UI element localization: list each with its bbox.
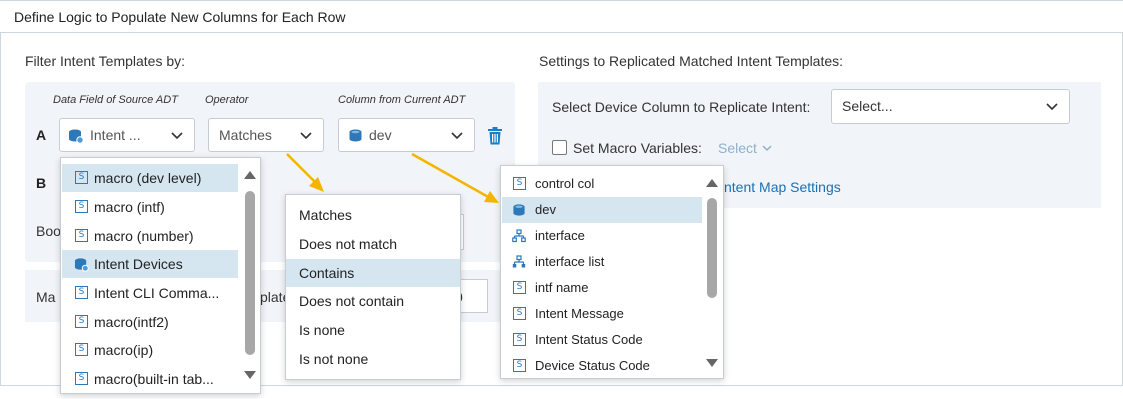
string-icon: S [75,171,88,184]
list-item[interactable]: Does not contain [286,287,460,315]
operator-dropdown: Matches Does not match Contains Does not… [285,194,461,380]
string-icon: S [513,307,526,320]
device-icon [512,203,526,217]
chevron-down-icon [1046,103,1058,111]
list-item[interactable]: Does not match [286,230,460,258]
list-item[interactable]: S macro(intf2) [62,308,238,336]
scroll-down-arrow[interactable] [244,371,256,379]
row-letter-b: B [36,175,47,191]
list-item[interactable]: S macro (intf) [62,193,238,221]
chevron-down-icon [171,132,183,140]
title-bar: Define Logic to Populate New Columns for… [0,0,1123,33]
string-icon: S [513,333,526,346]
string-icon: S [75,200,88,213]
chevron-down-icon [762,145,772,152]
scroll-up-arrow[interactable] [706,179,718,187]
string-icon: S [75,229,88,242]
macro-select-text: Select [718,140,757,156]
max-label: Ma [36,289,56,305]
intent-map-settings-link[interactable]: ntent Map Settings [724,179,841,195]
device-icon [68,128,84,144]
column-value: dev [369,127,392,143]
string-icon: S [513,281,526,294]
interface-list-icon [512,255,526,269]
boolean-label: Boo [36,223,61,239]
list-item[interactable]: Contains [286,259,460,287]
filter-section-label: Filter Intent Templates by: [25,53,186,69]
col-head-data-field: Data Field of Source ADT [53,94,178,106]
list-item[interactable]: S Device Status Code [502,353,702,379]
row-letter-a: A [36,127,47,143]
list-item[interactable]: S control col [502,171,702,197]
string-icon: S [513,177,526,190]
device-column-select[interactable]: Select... [831,89,1070,124]
macro-variables-label: Set Macro Variables: [573,140,702,156]
macro-variables-checkbox[interactable] [552,140,567,155]
list-item[interactable]: S macro (dev level) [62,164,238,192]
data-field-dropdown: S macro (dev level) S macro (intf) S mac… [60,157,261,394]
device-icon [348,128,363,143]
operator-value: Matches [219,127,272,143]
data-field-value: Intent ... [90,127,141,143]
settings-section-label: Settings to Replicated Matched Intent Te… [539,53,844,69]
string-icon: S [75,315,88,328]
operator-select[interactable]: Matches [208,118,324,152]
list-item[interactable]: S macro(built-in tab... [62,365,238,393]
col-head-column: Column from Current ADT [338,94,466,106]
macro-variables-select[interactable]: Select [718,140,773,156]
list-item[interactable]: Is not none [286,345,460,373]
column-dropdown: S control col dev interface interface li… [500,165,724,379]
device-column-label: Select Device Column to Replicate Intent… [552,99,811,115]
list-item[interactable]: S intf name [502,275,702,301]
list-item[interactable]: Is none [286,316,460,344]
list-item[interactable]: Intent Devices [62,250,238,278]
string-icon: S [75,343,88,356]
list-item[interactable]: S Intent CLI Comma... [62,279,238,307]
col-head-operator: Operator [205,94,249,106]
string-icon: S [513,359,526,372]
list-item[interactable]: S macro (number) [62,222,238,250]
device-icon [74,257,89,272]
column-select[interactable]: dev [338,118,475,152]
list-item[interactable]: interface list [502,249,702,275]
chevron-down-icon [300,132,312,140]
chevron-down-icon [451,132,463,140]
dialog-title: Define Logic to Populate New Columns for… [14,9,346,25]
string-icon: S [75,372,88,385]
list-item[interactable]: S Intent Message [502,301,702,327]
list-item[interactable]: dev [502,197,702,223]
list-item[interactable]: S macro(ip) [62,336,238,364]
string-icon: S [75,286,88,299]
trash-icon[interactable] [487,127,503,145]
list-item[interactable]: Matches [286,201,460,229]
list-item[interactable]: S Intent Status Code [502,327,702,353]
scroll-down-arrow[interactable] [706,359,718,367]
device-column-value: Select... [842,98,893,114]
interface-icon [512,229,526,243]
data-field-select[interactable]: Intent ... [59,118,195,152]
scroll-up-arrow[interactable] [244,171,256,179]
list-item[interactable]: interface [502,223,702,249]
scrollbar-thumb[interactable] [245,191,255,355]
scrollbar-thumb[interactable] [707,198,717,298]
